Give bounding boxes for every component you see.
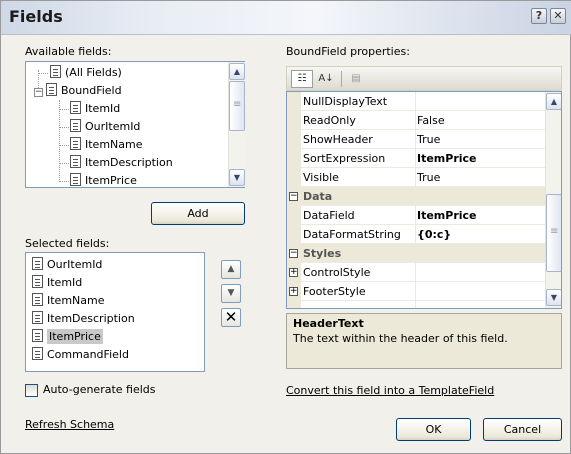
selected-fields-list[interactable]: OurItemId ItemId ItemName ItemDescriptio…	[25, 252, 205, 372]
field-icon	[70, 173, 81, 186]
close-button[interactable]: ✕	[550, 8, 566, 24]
expand-toggle-icon[interactable]: +	[289, 287, 298, 296]
selected-fields-label: Selected fields:	[25, 237, 110, 250]
list-item[interactable]: OurItemId	[32, 256, 106, 274]
category-data[interactable]: − Data	[287, 187, 545, 206]
available-fields-tree[interactable]: (All Fields) − BoundField ItemId OurItemI…	[25, 61, 245, 188]
scroll-down-icon[interactable]: ▼	[229, 169, 245, 186]
categorized-icon[interactable]: ☷	[291, 70, 313, 88]
tree-connector	[38, 73, 48, 74]
scroll-thumb[interactable]	[229, 81, 245, 131]
property-description: HeaderText The text within the header of…	[286, 313, 562, 369]
list-item[interactable]: ItemDescription	[32, 310, 139, 328]
delete-button[interactable]: ✕	[221, 308, 241, 327]
ok-button[interactable]: OK	[396, 418, 471, 441]
cancel-button[interactable]: Cancel	[483, 418, 562, 441]
property-pages-icon[interactable]: ▤	[345, 70, 367, 88]
properties-label: BoundField properties:	[286, 45, 410, 58]
description-title: HeaderText	[293, 317, 364, 330]
field-icon	[32, 275, 43, 288]
tree-item-itemprice[interactable]: ItemPrice	[70, 172, 137, 190]
field-icon	[70, 155, 81, 168]
field-icon	[32, 257, 43, 270]
field-icon	[32, 311, 43, 324]
property-grid[interactable]: NullDisplayText ReadOnly False ShowHeade…	[286, 91, 562, 309]
tree-connector	[59, 100, 60, 180]
help-button[interactable]: ?	[531, 8, 547, 24]
scroll-thumb[interactable]	[546, 194, 561, 272]
scroll-up-icon[interactable]: ▲	[229, 63, 245, 80]
tree-item-boundfield[interactable]: − BoundField	[34, 82, 122, 100]
collapse-toggle-icon[interactable]: −	[34, 88, 43, 97]
title-bar: Fields ? ✕	[1, 1, 571, 35]
prop-row[interactable]: ReadOnly False	[287, 111, 545, 130]
prop-row[interactable]: + ControlStyle	[287, 263, 545, 282]
command-field-icon	[32, 347, 43, 360]
prop-row[interactable]: + FooterStyle	[287, 282, 545, 301]
tree-item-itemdescription[interactable]: ItemDescription	[70, 154, 173, 172]
prop-row[interactable]: SortExpression ItemPrice	[287, 149, 545, 168]
tree-item-itemid[interactable]: ItemId	[70, 100, 120, 118]
tree-item-all-fields[interactable]: (All Fields)	[50, 64, 122, 82]
move-down-button[interactable]: ▼	[221, 284, 241, 303]
alphabetical-sort-icon[interactable]: A↓	[315, 70, 337, 88]
field-icon	[50, 65, 61, 78]
field-icon	[70, 119, 81, 132]
tree-item-itemname[interactable]: ItemName	[70, 136, 143, 154]
available-fields-label: Available fields:	[25, 45, 112, 58]
convert-template-link[interactable]: Convert this field into a TemplateField	[286, 384, 494, 397]
auto-generate-checkbox[interactable]	[25, 384, 38, 397]
list-item-selected[interactable]: ItemPrice	[32, 328, 103, 346]
prop-row[interactable]: DataField ItemPrice	[287, 206, 545, 225]
list-item[interactable]: CommandField	[32, 346, 129, 364]
collapse-toggle-icon[interactable]: −	[289, 192, 298, 201]
list-item[interactable]: ItemName	[32, 292, 109, 310]
tree-connector	[59, 163, 69, 164]
available-scrollbar[interactable]: ▲ ▼	[228, 62, 245, 187]
refresh-schema-link[interactable]: Refresh Schema	[25, 418, 114, 431]
field-icon	[32, 329, 43, 342]
dialog-title: Fields	[9, 7, 63, 26]
collapse-toggle-icon[interactable]: −	[289, 249, 298, 258]
tree-connector	[59, 127, 69, 128]
description-text: The text within the header of this field…	[293, 332, 508, 345]
tree-item-ouritemid[interactable]: OurItemId	[70, 118, 140, 136]
scroll-up-icon[interactable]: ▲	[546, 93, 561, 110]
auto-generate-label: Auto-generate fields	[43, 383, 156, 396]
scroll-down-icon[interactable]: ▼	[546, 289, 561, 306]
move-up-button[interactable]: ▲	[221, 260, 241, 279]
list-item[interactable]: ItemId	[32, 274, 86, 292]
field-icon	[46, 83, 57, 96]
prop-row[interactable]: ShowHeader True	[287, 130, 545, 149]
add-button[interactable]: Add	[151, 202, 245, 225]
tree-connector	[59, 145, 69, 146]
field-icon	[32, 293, 43, 306]
prop-row[interactable]: Visible True	[287, 168, 545, 187]
property-grid-scrollbar[interactable]: ▲ ▼	[545, 92, 561, 308]
tree-connector	[59, 181, 69, 182]
expand-toggle-icon[interactable]: +	[289, 268, 298, 277]
category-styles[interactable]: − Styles	[287, 244, 545, 263]
prop-row[interactable]: NullDisplayText	[287, 92, 545, 111]
properties-toolbar: ☷ A↓ ▤	[286, 66, 562, 91]
fields-dialog: Fields ? ✕ Available fields: (All Fields…	[0, 0, 571, 454]
prop-row[interactable]: DataFormatString {0:c}	[287, 225, 545, 244]
field-icon	[70, 101, 81, 114]
tree-connector	[59, 109, 69, 110]
toolbar-divider	[341, 71, 342, 87]
field-icon	[70, 137, 81, 150]
